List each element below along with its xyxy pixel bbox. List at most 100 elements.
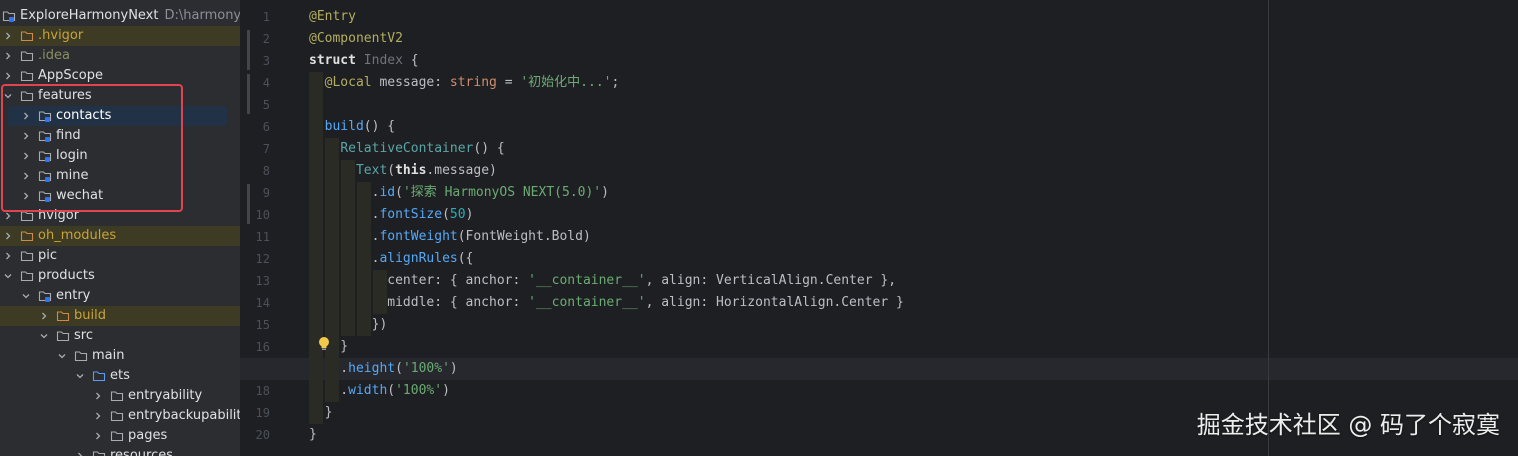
folder-icon [110, 411, 124, 422]
folder-icon [56, 311, 70, 322]
code-line[interactable]: .id('探索 HarmonyOS NEXT(5.0)') [309, 182, 609, 204]
code-token: () { [473, 141, 505, 156]
tree-item-products[interactable]: products [0, 266, 240, 286]
chevron-right-icon[interactable] [2, 46, 14, 66]
code-token: . [309, 251, 380, 266]
tree-item-oh-modules[interactable]: oh_modules [0, 226, 240, 246]
code-token: () { [363, 119, 396, 134]
lightbulb-icon[interactable] [317, 336, 331, 352]
code-editor[interactable]: @Entry @ComponentV2 struct Index { @Local … [300, 0, 1518, 456]
code-line[interactable]: .fontSize(50) [309, 204, 474, 226]
code-token: ) [449, 361, 458, 376]
tree-item-resources[interactable]: resources [0, 446, 240, 456]
chevron-right-icon[interactable] [92, 386, 104, 406]
tree-root-item[interactable]: ExploreHarmonyNext D:\harmonyO [0, 6, 240, 26]
line-number-gutter: 1234567891011121314151617181920 [240, 0, 300, 456]
tree-item-entry[interactable]: entry [0, 286, 240, 306]
chevron-down-icon[interactable] [56, 346, 68, 366]
line-number: 18 [255, 384, 270, 398]
line-number: 20 [255, 428, 270, 442]
code-token: middle: { anchor: [309, 295, 529, 310]
tree-item-build[interactable]: build [0, 306, 240, 326]
tree-item-entryability[interactable]: entryability [0, 386, 240, 406]
code-token: '探索 HarmonyOS NEXT(5.0)' [402, 185, 602, 200]
code-token: ( [442, 207, 450, 222]
chevron-right-icon[interactable] [2, 66, 14, 86]
tree-root-label: ExploreHarmonyNext D:\harmonyO [20, 6, 240, 26]
line-number: 5 [262, 98, 270, 112]
tree-item-label: ets [110, 368, 130, 383]
chevron-right-icon[interactable] [92, 406, 104, 426]
tree-item-entrybackupability[interactable]: entrybackupability [0, 406, 240, 426]
code-token: @ComponentV2 [309, 31, 403, 46]
tree-item-hvigor[interactable]: .hvigor [0, 26, 240, 46]
code-token: ( [387, 383, 396, 398]
code-line[interactable]: middle: { anchor: '__container__', align… [309, 292, 904, 314]
tree-item-pages[interactable]: pages [0, 426, 240, 446]
code-line[interactable]: center: { anchor: '__container__', align… [309, 270, 896, 292]
tree-item-src[interactable]: src [0, 326, 240, 346]
code-token: ( [395, 185, 403, 200]
tree-item-label: .hvigor [38, 28, 84, 43]
tree-item-appscope[interactable]: AppScope [0, 66, 240, 86]
chevron-right-icon[interactable] [2, 26, 14, 46]
chevron-down-icon[interactable] [2, 266, 14, 286]
code-line[interactable]: .width('100%') [309, 380, 450, 402]
chevron-down-icon[interactable] [38, 326, 50, 346]
code-line[interactable]: @ComponentV2 [309, 28, 403, 50]
chevron-right-icon[interactable] [38, 306, 50, 326]
chevron-right-icon[interactable] [74, 446, 86, 456]
code-token: . [309, 383, 349, 398]
code-line[interactable]: build() { [309, 116, 395, 138]
code-token: height [348, 361, 396, 376]
tree-item-idea[interactable]: .idea [0, 46, 240, 66]
code-line[interactable]: struct Index { [309, 50, 419, 72]
code-line[interactable]: } [309, 424, 317, 446]
tree-item-ets[interactable]: ets [0, 366, 240, 386]
line-number: 8 [262, 164, 270, 178]
code-token: . [309, 229, 380, 244]
line-number: 3 [262, 54, 270, 68]
tree-item-label: oh_modules [38, 228, 117, 243]
line-number: 15 [255, 318, 270, 332]
tree-item-main[interactable]: main [0, 346, 240, 366]
code-line[interactable]: @Entry [309, 6, 356, 28]
tree-item-label: pages [128, 428, 168, 443]
code-token: }) [309, 317, 388, 332]
line-number: 2 [262, 32, 270, 46]
line-number: 6 [262, 120, 270, 134]
code-line[interactable]: .alignRules({ [309, 248, 474, 270]
code-line[interactable]: RelativeContainer() { [309, 138, 505, 160]
chevron-right-icon[interactable] [92, 426, 104, 446]
code-line[interactable]: .fontWeight(FontWeight.Bold) [309, 226, 591, 248]
code-token: ({ [457, 251, 474, 266]
chevron-right-icon[interactable] [2, 246, 14, 266]
code-line[interactable]: Text(this.message) [309, 160, 497, 182]
code-line[interactable]: @Local message: string = '初始化中...'; [309, 72, 620, 94]
code-line[interactable]: }) [309, 314, 388, 336]
folder-icon [20, 271, 34, 282]
folder-icon [20, 231, 34, 242]
line-number: 4 [262, 76, 270, 90]
project-path: D:\harmonyO [164, 8, 240, 23]
right-margin-guide [1268, 0, 1269, 456]
tree-item-label: entrybackupability [128, 408, 240, 423]
chevron-down-icon[interactable] [74, 366, 86, 386]
chevron-right-icon[interactable] [2, 226, 14, 246]
code-line[interactable]: } [309, 402, 333, 424]
tree-item-pic[interactable]: pic [0, 246, 240, 266]
line-number: 13 [255, 274, 270, 288]
code-token: } [309, 405, 333, 420]
line-number: 19 [255, 406, 270, 420]
code-line[interactable]: .height('100%') [309, 358, 458, 380]
module-folder-icon [38, 291, 52, 302]
code-token: '100%' [402, 361, 450, 376]
code-token: alignRules [379, 251, 458, 266]
code-token: Text [355, 163, 388, 178]
tree-item-label: resources [110, 448, 174, 456]
line-number: 11 [255, 230, 270, 244]
code-token: width [348, 383, 388, 398]
module-folder-icon [2, 11, 16, 22]
chevron-down-icon[interactable] [20, 286, 32, 306]
